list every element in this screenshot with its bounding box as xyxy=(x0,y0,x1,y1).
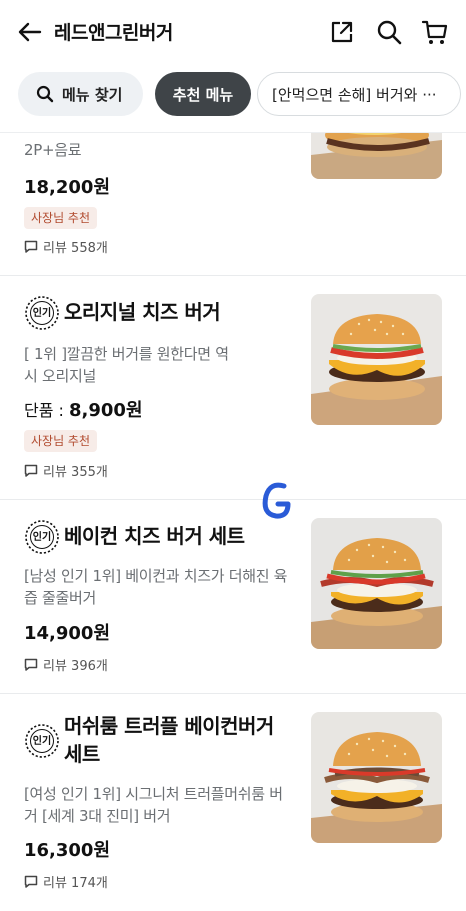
event-menu-chip[interactable]: [안먹으면 손해] 버거와 ··· xyxy=(257,72,461,116)
recommended-menu-chip[interactable]: 추천 메뉴 xyxy=(155,72,251,116)
cart-icon[interactable] xyxy=(421,18,449,46)
menu-item-name: 머쉬룸 트러플 베이컨버거 세트 xyxy=(64,714,274,766)
comment-icon xyxy=(24,240,38,253)
review-count: 리뷰 558개 xyxy=(24,237,108,256)
menu-item-photo xyxy=(311,712,442,843)
menu-item[interactable]: 인기 오리지널 치즈 버거 [ 1위 ]깔끔한 버거를 원한다면 역시 오리지널… xyxy=(0,276,466,500)
review-count-label: 리뷰 396개 xyxy=(43,659,108,674)
popular-badge-label: 인기 xyxy=(32,532,52,543)
menu-item[interactable]: 인기 머쉬룸 트러플 베이컨버거 세트 [여성 인기 1위] 시그니처 트러플머… xyxy=(0,694,466,911)
review-count-label: 리뷰 174개 xyxy=(43,876,108,891)
review-count-label: 리뷰 558개 xyxy=(43,241,108,256)
recommended-menu-chip-label: 추천 메뉴 xyxy=(172,85,234,104)
review-count: 리뷰 396개 xyxy=(24,655,108,674)
menu-search-chip[interactable]: 메뉴 찾기 xyxy=(18,72,143,116)
app-header: 레드앤그린버거 xyxy=(0,0,466,64)
menu-item-photo xyxy=(311,518,442,649)
menu-search-chip-label: 메뉴 찾기 xyxy=(62,85,123,104)
review-count: 리뷰 174개 xyxy=(24,872,108,891)
owner-recommend-tag: 사장님 추천 xyxy=(24,430,98,452)
review-count-label: 리뷰 355개 xyxy=(43,465,108,480)
burger-photo-image xyxy=(311,133,442,179)
burger-photo-image xyxy=(311,294,442,425)
menu-item[interactable]: 2P+음료 18,200원 사장님 추천 리뷰 558개 xyxy=(0,133,466,275)
popular-badge-label: 인기 xyxy=(32,736,52,747)
comment-icon xyxy=(24,464,38,477)
event-menu-chip-label: [안먹으면 손해] 버거와 ··· xyxy=(272,85,437,104)
search-icon[interactable] xyxy=(375,18,403,46)
cut-off-description xyxy=(24,133,274,135)
price-value: 8,900원 xyxy=(69,400,143,421)
share-icon[interactable] xyxy=(328,18,356,46)
menu-item-description: 2P+음료 xyxy=(24,141,82,159)
menu-item-price: 단품 : 8,900원 xyxy=(24,396,143,422)
menu-item-photo xyxy=(311,133,442,179)
menu-item-price: 18,200원 xyxy=(24,177,111,198)
search-icon xyxy=(36,85,54,103)
menu-item-description: [여성 인기 1위] 시그니처 트러플머쉬룸 버거 [세계 3대 진미] 버거 xyxy=(24,785,283,825)
comment-icon xyxy=(24,875,38,888)
burger-photo-image xyxy=(311,712,442,843)
menu-category-chips: 메뉴 찾기 추천 메뉴 [안먹으면 손해] 버거와 ··· xyxy=(0,72,466,118)
menu-item-photo xyxy=(311,294,442,425)
price-prefix: 단품 : xyxy=(24,401,70,420)
comment-icon xyxy=(24,658,38,671)
menu-item-name: 베이컨 치즈 버거 세트 xyxy=(64,524,245,548)
burger-photo-image xyxy=(311,518,442,649)
menu-item-description: [남성 인기 1위] 베이컨과 치즈가 더해진 육즙 줄줄버거 xyxy=(24,567,288,607)
handwritten-g-mark xyxy=(262,482,291,519)
review-count: 리뷰 355개 xyxy=(24,461,108,480)
menu-item[interactable]: 인기 베이컨 치즈 버거 세트 [남성 인기 1위] 베이컨과 치즈가 더해진 … xyxy=(0,500,466,693)
popular-badge-label: 인기 xyxy=(32,308,52,319)
menu-list: 2P+음료 18,200원 사장님 추천 리뷰 558개 인기 오리지널 치즈 … xyxy=(0,133,466,911)
menu-item-description: [ 1위 ]깔끔한 버거를 원한다면 역시 오리지널 xyxy=(24,345,229,385)
store-title: 레드앤그린버거 xyxy=(54,22,173,44)
menu-item-name: 오리지널 치즈 버거 xyxy=(64,300,221,324)
menu-item-price: 14,900원 xyxy=(24,623,111,644)
menu-item-price: 16,300원 xyxy=(24,840,111,861)
owner-recommend-tag: 사장님 추천 xyxy=(24,207,98,229)
back-arrow-icon[interactable] xyxy=(16,18,44,46)
